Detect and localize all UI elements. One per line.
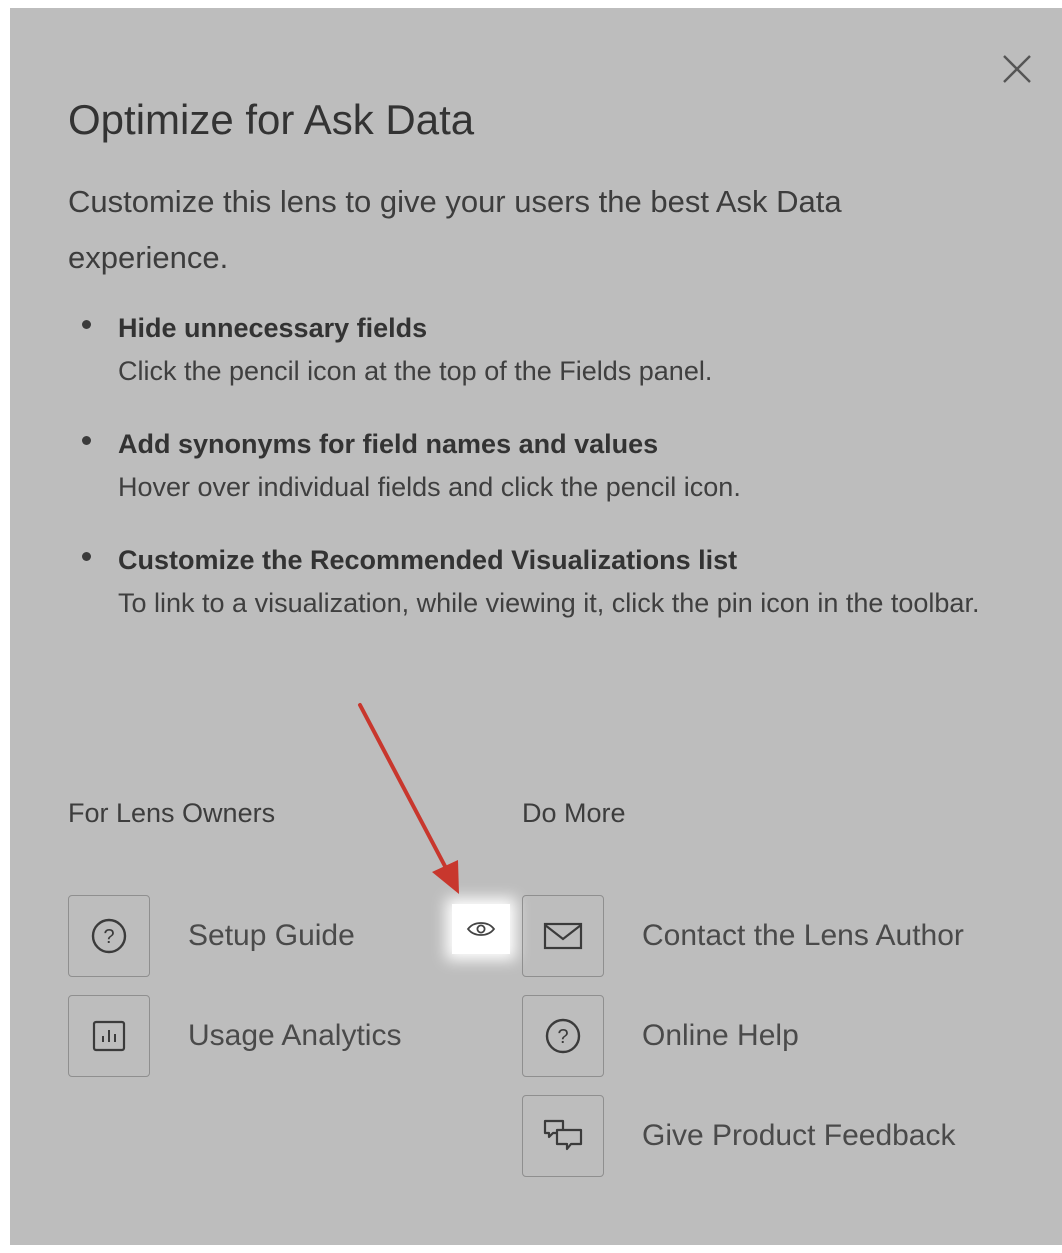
usage-analytics-link[interactable]: Usage Analytics xyxy=(68,994,401,1078)
tips-list: Hide unnecessary fields Click the pencil… xyxy=(68,308,1028,656)
bullet xyxy=(82,436,91,445)
eye-icon xyxy=(466,922,496,936)
setup-guide-link[interactable]: ? Setup Guide xyxy=(68,894,355,978)
tip-heading: Customize the Recommended Visualizations… xyxy=(118,545,738,575)
tip-item: Customize the Recommended Visualizations… xyxy=(68,540,1028,626)
usage-analytics-label: Usage Analytics xyxy=(188,1019,402,1052)
product-feedback-icon-box xyxy=(522,1095,604,1177)
bar-chart-icon xyxy=(92,1020,126,1052)
highlighted-eye-button[interactable] xyxy=(452,904,510,954)
close-button[interactable] xyxy=(1000,52,1034,86)
tip-item: Hide unnecessary fields Click the pencil… xyxy=(68,308,1028,394)
svg-text:?: ? xyxy=(103,926,114,948)
lens-owners-heading: For Lens Owners xyxy=(68,798,276,828)
product-feedback-link[interactable]: Give Product Feedback xyxy=(522,1094,956,1178)
setup-guide-label: Setup Guide xyxy=(188,919,355,952)
tip-heading: Hide unnecessary fields xyxy=(118,313,428,343)
contact-author-icon-box xyxy=(522,895,604,977)
online-help-icon-box: ? xyxy=(522,995,604,1077)
svg-text:?: ? xyxy=(557,1026,568,1048)
envelope-icon xyxy=(543,922,583,950)
question-circle-icon: ? xyxy=(91,918,127,954)
tip-item: Add synonyms for field names and values … xyxy=(68,424,1028,510)
dialog-subtitle: Customize this lens to give your users t… xyxy=(68,184,842,275)
tip-heading: Add synonyms for field names and values xyxy=(118,429,659,459)
contact-author-link[interactable]: Contact the Lens Author xyxy=(522,894,964,978)
do-more-heading: Do More xyxy=(522,798,626,828)
usage-analytics-icon-box xyxy=(68,995,150,1077)
online-help-label: Online Help xyxy=(642,1019,799,1052)
online-help-link[interactable]: ? Online Help xyxy=(522,994,799,1078)
chat-bubbles-icon xyxy=(543,1119,583,1151)
dialog-title: Optimize for Ask Data xyxy=(68,96,475,143)
close-icon xyxy=(1003,55,1031,83)
product-feedback-label: Give Product Feedback xyxy=(642,1119,956,1152)
bullet xyxy=(82,320,91,329)
tip-body: Click the pencil icon at the top of the … xyxy=(118,356,713,386)
setup-guide-icon-box: ? xyxy=(68,895,150,977)
optimize-dialog: Optimize for Ask Data Customize this len… xyxy=(10,8,1062,1245)
tip-body: Hover over individual fields and click t… xyxy=(118,472,741,502)
question-circle-icon: ? xyxy=(545,1018,581,1054)
contact-author-label: Contact the Lens Author xyxy=(642,919,964,952)
tip-body: To link to a visualization, while viewin… xyxy=(118,588,980,618)
bullet xyxy=(82,552,91,561)
